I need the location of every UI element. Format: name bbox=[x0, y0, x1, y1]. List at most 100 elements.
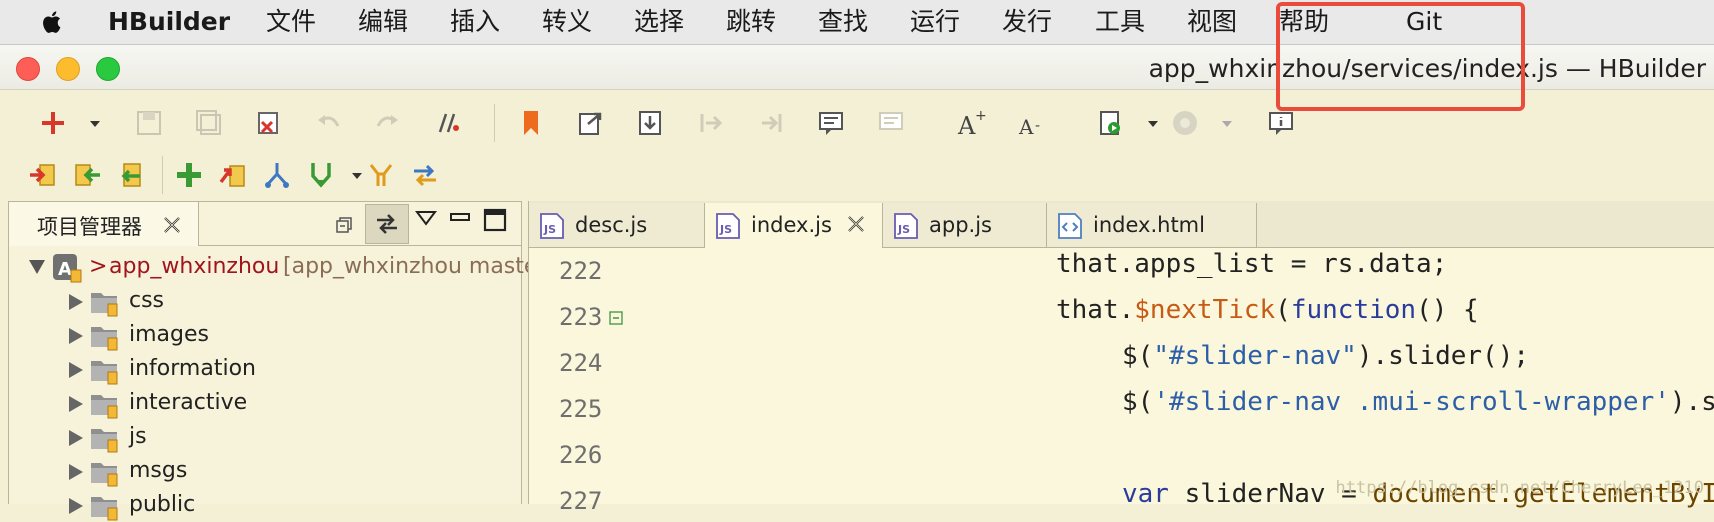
folder-icon bbox=[91, 497, 118, 521]
window-close-button[interactable] bbox=[16, 57, 40, 81]
menu-run[interactable]: 运行 bbox=[910, 5, 960, 39]
tree-item-public[interactable]: public bbox=[57, 490, 497, 522]
git-merge-dropdown-icon[interactable] bbox=[342, 160, 362, 190]
expand-arrow-icon[interactable] bbox=[69, 396, 83, 412]
delete-icon[interactable] bbox=[254, 108, 284, 138]
git-sync-icon[interactable] bbox=[410, 160, 440, 190]
undo-icon[interactable] bbox=[314, 108, 344, 138]
tree-root-branch: [app_whxinzhou master bbox=[283, 254, 547, 279]
tree-item-interactive[interactable]: interactive bbox=[57, 388, 497, 420]
maximize-panel-icon[interactable] bbox=[483, 208, 507, 232]
window-title: app_whxinzhou/services/index.js — HBuild… bbox=[1148, 54, 1706, 83]
git-fetch-icon[interactable] bbox=[116, 160, 146, 190]
tab-index-html[interactable]: index.html bbox=[1047, 203, 1257, 247]
tree-item-information[interactable]: information bbox=[57, 354, 497, 386]
expand-arrow-icon[interactable] bbox=[69, 328, 83, 344]
project-explorer-tab[interactable]: 项目管理器 bbox=[9, 202, 199, 246]
tree-item-css[interactable]: css bbox=[57, 286, 497, 318]
git-add-icon[interactable] bbox=[174, 160, 204, 190]
menu-goto[interactable]: 跳转 bbox=[726, 5, 776, 39]
tree-root-item[interactable]: A > app_whxinzhou [app_whxinzhou master bbox=[29, 252, 546, 284]
git-pull-icon[interactable] bbox=[28, 160, 58, 190]
minimize-panel-icon[interactable] bbox=[449, 210, 471, 226]
tree-item-label: msgs bbox=[129, 458, 188, 483]
window-maximize-button[interactable] bbox=[96, 57, 120, 81]
expand-arrow-icon[interactable] bbox=[29, 260, 45, 274]
bookmark-icon[interactable] bbox=[516, 108, 546, 138]
project-explorer-title: 项目管理器 bbox=[37, 215, 142, 239]
window-minimize-button[interactable] bbox=[56, 57, 80, 81]
svg-text:A: A bbox=[58, 259, 72, 280]
git-commit-icon[interactable] bbox=[218, 160, 248, 190]
tree-root-prefix: > bbox=[89, 254, 108, 279]
expand-arrow-icon[interactable] bbox=[69, 464, 83, 480]
js-file-icon: JS bbox=[894, 213, 918, 239]
close-icon[interactable] bbox=[161, 214, 183, 236]
export-icon[interactable] bbox=[576, 108, 606, 138]
menu-tools[interactable]: 工具 bbox=[1095, 5, 1145, 39]
tab-app-js[interactable]: JS app.js bbox=[883, 203, 1047, 247]
tree-item-msgs[interactable]: msgs bbox=[57, 456, 497, 488]
git-branch-icon[interactable] bbox=[262, 160, 292, 190]
git-merge-icon[interactable] bbox=[306, 160, 336, 190]
folder-icon bbox=[91, 395, 118, 419]
tree-item-images[interactable]: images bbox=[57, 320, 497, 352]
git-push-icon[interactable] bbox=[72, 160, 102, 190]
menu-view[interactable]: 视图 bbox=[1187, 5, 1237, 39]
font-increase-icon[interactable]: A + bbox=[956, 108, 986, 138]
comment-icon[interactable] bbox=[816, 108, 846, 138]
menu-help[interactable]: 帮助 bbox=[1279, 5, 1329, 39]
menu-edit[interactable]: 编辑 bbox=[358, 5, 408, 39]
step-out-icon[interactable] bbox=[756, 108, 786, 138]
import-icon[interactable] bbox=[636, 108, 666, 138]
expand-arrow-icon[interactable] bbox=[69, 498, 83, 514]
link-editor-button[interactable] bbox=[365, 204, 409, 244]
redo-icon[interactable] bbox=[372, 108, 402, 138]
svg-text:+: + bbox=[975, 108, 986, 124]
code-line: that.$nextTick(function() { bbox=[1056, 295, 1479, 325]
menu-escape[interactable]: 转义 bbox=[542, 5, 592, 39]
line-number: 227 bbox=[559, 487, 603, 515]
git-toolbar bbox=[0, 150, 1714, 200]
window-title-bar: app_whxinzhou/services/index.js — HBuild… bbox=[0, 45, 1714, 90]
html-file-icon bbox=[1058, 213, 1082, 239]
tree-item-js[interactable]: js bbox=[57, 422, 497, 454]
code-area[interactable]: that.apps_list = rs.data; that.$nextTick… bbox=[624, 247, 1714, 509]
step-in-icon[interactable] bbox=[696, 108, 726, 138]
view-menu-icon[interactable] bbox=[415, 210, 437, 226]
menu-publish[interactable]: 发行 bbox=[1002, 5, 1052, 39]
menu-bar: HBuilder 文件 编辑 插入 转义 选择 跳转 查找 运行 发行 工具 视… bbox=[0, 0, 1714, 45]
run-dropdown-icon[interactable] bbox=[1138, 108, 1158, 138]
expand-arrow-icon[interactable] bbox=[69, 362, 83, 378]
js-file-icon: JS bbox=[540, 213, 564, 239]
menu-git[interactable]: Git bbox=[1406, 5, 1442, 39]
new-dropdown-icon[interactable] bbox=[80, 108, 100, 138]
font-decrease-icon[interactable]: A- bbox=[1016, 108, 1046, 138]
expand-arrow-icon[interactable] bbox=[69, 294, 83, 310]
format-icon[interactable] bbox=[434, 108, 464, 138]
menu-app-name[interactable]: HBuilder bbox=[108, 5, 230, 39]
menu-file[interactable]: 文件 bbox=[266, 5, 316, 39]
apple-icon[interactable] bbox=[40, 9, 66, 35]
run-icon[interactable] bbox=[1096, 108, 1126, 138]
save-icon[interactable] bbox=[134, 108, 164, 138]
tab-desc-js[interactable]: JS desc.js bbox=[529, 203, 705, 247]
tree-item-label: images bbox=[129, 322, 209, 347]
collapse-all-icon[interactable] bbox=[335, 216, 353, 234]
menu-insert[interactable]: 插入 bbox=[450, 5, 500, 39]
info-icon[interactable] bbox=[1266, 108, 1296, 138]
menu-find[interactable]: 查找 bbox=[818, 5, 868, 39]
new-icon[interactable] bbox=[38, 108, 68, 138]
uncomment-icon[interactable] bbox=[876, 108, 906, 138]
git-reset-icon[interactable] bbox=[366, 160, 396, 190]
browser-icon[interactable] bbox=[1170, 108, 1200, 138]
menu-select[interactable]: 选择 bbox=[634, 5, 684, 39]
save-all-icon[interactable] bbox=[194, 108, 224, 138]
fold-collapse-icon[interactable] bbox=[609, 311, 623, 325]
expand-arrow-icon[interactable] bbox=[69, 430, 83, 446]
close-icon[interactable] bbox=[845, 213, 867, 235]
browser-dropdown-icon[interactable] bbox=[1212, 108, 1232, 138]
tab-index-js[interactable]: JS index.js bbox=[705, 203, 883, 248]
line-number: 222 bbox=[559, 257, 603, 285]
folder-icon bbox=[91, 429, 118, 453]
